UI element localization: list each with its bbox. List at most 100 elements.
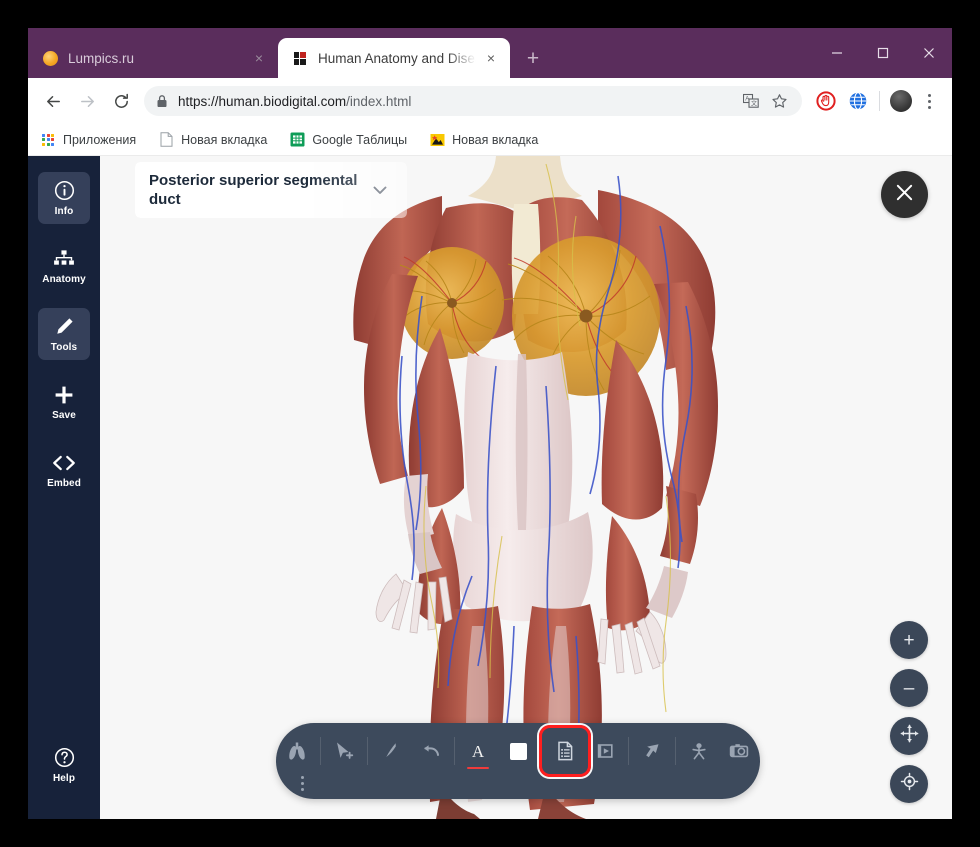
translate-icon[interactable]: A 文 — [738, 88, 764, 114]
target-icon — [900, 772, 919, 796]
url-path: /index.html — [346, 94, 411, 109]
color-swatch-white[interactable] — [498, 731, 538, 771]
white-swatch — [510, 743, 527, 760]
avatar[interactable] — [890, 90, 912, 112]
lock-icon — [156, 94, 168, 108]
sidebar-item-label: Save — [52, 410, 76, 421]
url-host: human.biodigital.com — [219, 94, 347, 109]
back-icon[interactable] — [38, 86, 68, 116]
kebab-menu-icon[interactable] — [916, 88, 942, 114]
isolate-lungs-icon[interactable] — [277, 731, 317, 771]
bookmarks-bar: Приложения Новая вкладка — [28, 124, 952, 156]
annotation-toolbar: A — [276, 723, 760, 799]
new-tab-button[interactable]: + — [516, 41, 550, 75]
sidebar-item-help[interactable]: Help — [38, 739, 90, 791]
bookmark-label: Приложения — [63, 133, 136, 147]
highlight-ring — [539, 725, 591, 777]
text-color-underline — [467, 767, 489, 770]
browser-tab-lumpics[interactable]: Lumpics.ru × — [28, 38, 278, 78]
toolbar-separator — [454, 737, 455, 765]
toolbar-more-menu-icon[interactable] — [291, 773, 313, 793]
bookmark-label: Google Таблицы — [312, 133, 407, 147]
maximize-button[interactable] — [860, 28, 906, 78]
draw-pen-icon[interactable] — [371, 731, 411, 771]
zoom-in-button[interactable]: + — [890, 621, 928, 659]
toolbar-divider — [879, 91, 880, 111]
image-icon — [429, 132, 445, 148]
chevron-down-icon[interactable] — [367, 181, 393, 199]
close-x-icon — [895, 183, 914, 207]
code-brackets-icon — [51, 452, 77, 474]
zoom-out-button[interactable]: – — [890, 669, 928, 707]
bookmark-label: Новая вкладка — [452, 133, 538, 147]
globe-extension-icon[interactable] — [844, 87, 872, 115]
sidebar-item-tools[interactable]: Tools — [38, 308, 90, 360]
sidebar-item-anatomy[interactable]: Anatomy — [38, 240, 90, 292]
tab-close-icon[interactable]: × — [482, 49, 500, 67]
select-add-cursor-icon[interactable] — [324, 731, 364, 771]
sidebar-item-save[interactable]: Save — [38, 376, 90, 428]
close-overlay-button[interactable] — [881, 171, 928, 218]
model-viewer[interactable]: Posterior superior segmental duct + — [100, 156, 952, 819]
reset-view-button[interactable] — [890, 765, 928, 803]
sidebar-item-label: Anatomy — [42, 274, 85, 285]
browser-window: Lumpics.ru × Human Anatomy and Disease i… — [28, 28, 952, 819]
close-window-button[interactable] — [906, 28, 952, 78]
page-icon — [158, 132, 174, 148]
bookmark-google-sheets[interactable]: Google Таблицы — [289, 132, 407, 148]
minimize-button[interactable] — [814, 28, 860, 78]
adblock-stop-hand-icon[interactable] — [812, 87, 840, 115]
address-bar[interactable]: https://human.biodigital.com/index.html … — [144, 86, 802, 116]
sheets-icon — [289, 132, 305, 148]
tab-strip: Lumpics.ru × Human Anatomy and Disease i… — [28, 28, 952, 78]
bookmark-new-tab-2[interactable]: Новая вкладка — [429, 132, 538, 148]
sidebar-item-embed[interactable]: Embed — [38, 444, 90, 496]
toolbar-separator — [628, 737, 629, 765]
info-circle-icon — [54, 180, 75, 202]
app-sidebar: Info Anatomy — [28, 156, 100, 819]
biodigital-icon — [292, 50, 308, 66]
reload-icon[interactable] — [106, 86, 136, 116]
zoom-in-glyph: + — [903, 631, 914, 650]
forward-icon[interactable] — [72, 86, 102, 116]
svg-text:A: A — [472, 742, 485, 761]
text-tool-icon[interactable]: A — [458, 731, 498, 771]
question-circle-icon — [54, 747, 75, 769]
plus-icon — [53, 384, 75, 406]
toolbar-separator — [675, 737, 676, 765]
omnibox-actions: A 文 — [736, 88, 792, 114]
pointer-arrow-icon[interactable] — [632, 731, 672, 771]
window-controls — [814, 28, 952, 78]
hierarchy-icon — [53, 248, 75, 270]
browser-tab-biodigital[interactable]: Human Anatomy and Disease in × — [278, 38, 510, 78]
url-text: https://human.biodigital.com/index.html — [178, 94, 411, 109]
skeleton-pose-icon[interactable] — [679, 731, 719, 771]
sidebar-item-label: Info — [55, 206, 74, 217]
structure-label-card[interactable]: Posterior superior segmental duct — [135, 162, 407, 218]
url-scheme: https:// — [178, 94, 219, 109]
bookmark-apps[interactable]: Приложения — [40, 132, 136, 148]
media-player-icon[interactable] — [585, 731, 625, 771]
bookmark-new-tab-1[interactable]: Новая вкладка — [158, 132, 267, 148]
pencil-icon — [53, 316, 75, 338]
tab-title: Human Anatomy and Disease in — [318, 51, 476, 66]
view-controls: + – — [890, 621, 928, 803]
notes-document-icon[interactable] — [545, 731, 585, 771]
camera-snapshot-icon[interactable] — [719, 731, 759, 771]
pan-button[interactable] — [890, 717, 928, 755]
bookmark-label: Новая вкладка — [181, 133, 267, 147]
apps-grid-icon — [40, 132, 56, 148]
star-icon[interactable] — [766, 88, 792, 114]
zoom-out-glyph: – — [904, 679, 915, 698]
screenshot-root: Lumpics.ru × Human Anatomy and Disease i… — [0, 0, 980, 847]
structure-label-text: Posterior superior segmental duct — [149, 171, 367, 209]
annotation-tool-row: A — [276, 729, 760, 773]
undo-icon[interactable] — [411, 731, 451, 771]
orange-circle-icon — [42, 50, 58, 66]
tab-title: Lumpics.ru — [68, 51, 244, 66]
tab-close-icon[interactable]: × — [250, 49, 268, 67]
sidebar-item-info[interactable]: Info — [38, 172, 90, 224]
toolbar-separator — [367, 737, 368, 765]
svg-text:文: 文 — [751, 100, 757, 108]
anatomy-3d-model[interactable] — [100, 156, 952, 819]
